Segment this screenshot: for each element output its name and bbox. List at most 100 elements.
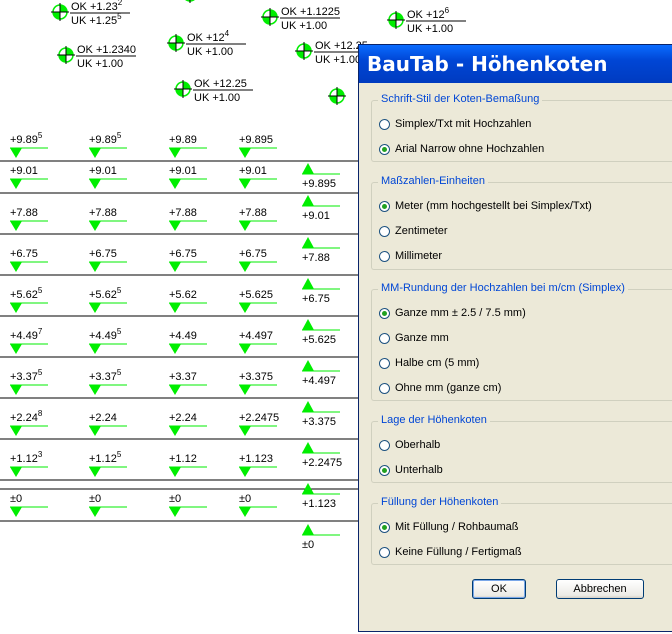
radio-button[interactable] — [379, 118, 390, 130]
radio-button[interactable] — [379, 200, 390, 212]
elevation-triangle-down — [89, 148, 101, 158]
elevation-triangle-up — [302, 442, 314, 453]
option-simplex[interactable]: Simplex/Txt mit Hochzahlen — [379, 116, 531, 132]
group-schrift-stil: Schrift-Stil der Koten-Bemaßung Simplex/… — [371, 93, 672, 162]
ok-label: OK +126 — [407, 6, 450, 21]
ok-label: OK +1.232 — [71, 0, 123, 13]
ok-label: OK +1.2340 — [77, 44, 136, 56]
option-label: Zentimeter — [395, 225, 448, 237]
option-halbe-cm[interactable]: Halbe cm (5 mm) — [379, 355, 479, 371]
cancel-button[interactable]: Abbrechen — [556, 579, 644, 599]
radio-button[interactable] — [379, 546, 390, 558]
elevation-triangle-down — [169, 467, 181, 477]
option-label: Halbe cm (5 mm) — [395, 357, 480, 369]
option-label: Ohne mm (ganze cm) — [395, 382, 502, 394]
option-oberhalb[interactable]: Oberhalb — [379, 437, 440, 453]
elevation-label: +9.895 — [239, 134, 273, 146]
elevation-label: +6.75 — [239, 248, 267, 260]
option-label: Ganze mm ± 2.5 / 7.5 mm) — [395, 307, 526, 319]
uk-label: UK +1.00 — [194, 92, 240, 104]
elevation-triangle-down — [169, 344, 181, 354]
option-unterhalb[interactable]: Unterhalb — [379, 462, 443, 478]
option-ganze-mm[interactable]: Ganze mm — [379, 330, 449, 346]
option-zentimeter[interactable]: Zentimeter — [379, 223, 448, 239]
elevation-triangle-down — [169, 426, 181, 436]
elevation-triangle-down — [239, 303, 251, 313]
dialog-title: BauTab - Höhenkoten — [359, 45, 672, 83]
option-label: Arial Narrow ohne Hochzahlen — [395, 143, 545, 155]
option-label: Oberhalb — [395, 439, 441, 451]
radio-button[interactable] — [379, 357, 390, 369]
elevation-label: ±0 — [10, 493, 22, 505]
elevation-triangle-up — [302, 278, 314, 289]
elevation-triangle-up — [302, 237, 314, 248]
elevation-triangle-down — [239, 507, 251, 517]
hoehenkoten-dialog: BauTab - Höhenkoten Schrift-Stil der Kot… — [358, 44, 672, 632]
option-keine-fuellung[interactable]: Keine Füllung / Fertigmaß — [379, 544, 522, 560]
radio-button[interactable] — [379, 332, 390, 344]
elevation-triangle-down — [239, 467, 251, 477]
uk-label: UK +1.00 — [315, 54, 361, 66]
elevation-triangle-down — [10, 303, 22, 313]
elevation-triangle-down — [169, 221, 181, 231]
elevation-label: +6.75 — [169, 248, 197, 260]
option-label: Mit Füllung / Rohbaumaß — [395, 521, 519, 533]
option-mit-fuellung[interactable]: Mit Füllung / Rohbaumaß — [379, 519, 519, 535]
elevation-label: +1.123 — [302, 498, 336, 510]
elevation-triangle-up — [302, 163, 314, 174]
elevation-triangle-down — [10, 262, 22, 272]
elevation-triangle-down — [10, 385, 22, 395]
group-mm-rundung: MM-Rundung der Hochzahlen bei m/cm (Simp… — [371, 282, 672, 401]
radio-button[interactable] — [379, 521, 390, 533]
ok-label: OK +12.25 — [194, 78, 247, 90]
elevation-label: +7.88 — [239, 207, 267, 219]
option-label: Unterhalb — [395, 464, 443, 476]
radio-button[interactable] — [379, 225, 390, 237]
option-ohne-mm[interactable]: Ohne mm (ganze cm) — [379, 380, 501, 396]
elevation-label: +9.01 — [169, 165, 197, 177]
option-label: Keine Füllung / Fertigmaß — [395, 546, 522, 558]
ok-button[interactable]: OK — [472, 579, 526, 599]
option-label: Simplex/Txt mit Hochzahlen — [395, 118, 532, 130]
radio-button[interactable] — [379, 143, 390, 155]
option-meter[interactable]: Meter (mm hochgestellt bei Simplex/Txt) — [379, 198, 592, 214]
elevation-label: +2.248 — [10, 409, 43, 424]
option-millimeter[interactable]: Millimeter — [379, 248, 442, 264]
elevation-triangle-down — [89, 179, 101, 189]
radio-button[interactable] — [379, 307, 390, 319]
elevation-label: +9.89 — [169, 134, 197, 146]
elevation-triangle-down — [239, 344, 251, 354]
option-label: Millimeter — [395, 250, 443, 262]
elevation-triangle-down — [89, 467, 101, 477]
elevation-label: +9.01 — [89, 165, 117, 177]
group-title: Schrift-Stil der Koten-Bemaßung — [378, 93, 543, 105]
elevation-triangle-down — [89, 385, 101, 395]
elevation-label: +1.12 — [169, 453, 197, 465]
elevation-label: +9.895 — [10, 131, 43, 146]
option-ganze-mm-rundung[interactable]: Ganze mm ± 2.5 / 7.5 mm) — [379, 305, 526, 321]
elevation-triangle-down — [10, 507, 22, 517]
elevation-triangle-down — [169, 262, 181, 272]
elevation-label: +3.37 — [169, 371, 197, 383]
elevation-label: +1.125 — [89, 450, 122, 465]
elevation-label: +9.895 — [89, 131, 122, 146]
option-arial-narrow[interactable]: Arial Narrow ohne Hochzahlen — [379, 141, 544, 157]
option-label: Meter (mm hochgestellt bei Simplex/Txt) — [395, 200, 592, 212]
elevation-label: ±0 — [89, 493, 101, 505]
radio-button[interactable] — [379, 382, 390, 394]
elevation-triangle-up — [302, 401, 314, 412]
elevation-triangle-up — [302, 524, 314, 535]
elevation-triangle-down — [10, 426, 22, 436]
elevation-label: +9.895 — [302, 178, 336, 190]
elevation-triangle-down — [239, 221, 251, 231]
elevation-label: +6.75 — [10, 248, 38, 260]
radio-button[interactable] — [379, 250, 390, 262]
elevation-label: +2.24 — [89, 412, 117, 424]
elevation-label: +2.24 — [169, 412, 197, 424]
radio-button[interactable] — [379, 464, 390, 476]
elevation-label: ±0 — [239, 493, 251, 505]
elevation-label: ±0 — [302, 539, 314, 551]
ok-label: OK +1.1225 — [281, 6, 340, 18]
radio-button[interactable] — [379, 439, 390, 451]
elevation-label: +6.75 — [302, 293, 330, 305]
